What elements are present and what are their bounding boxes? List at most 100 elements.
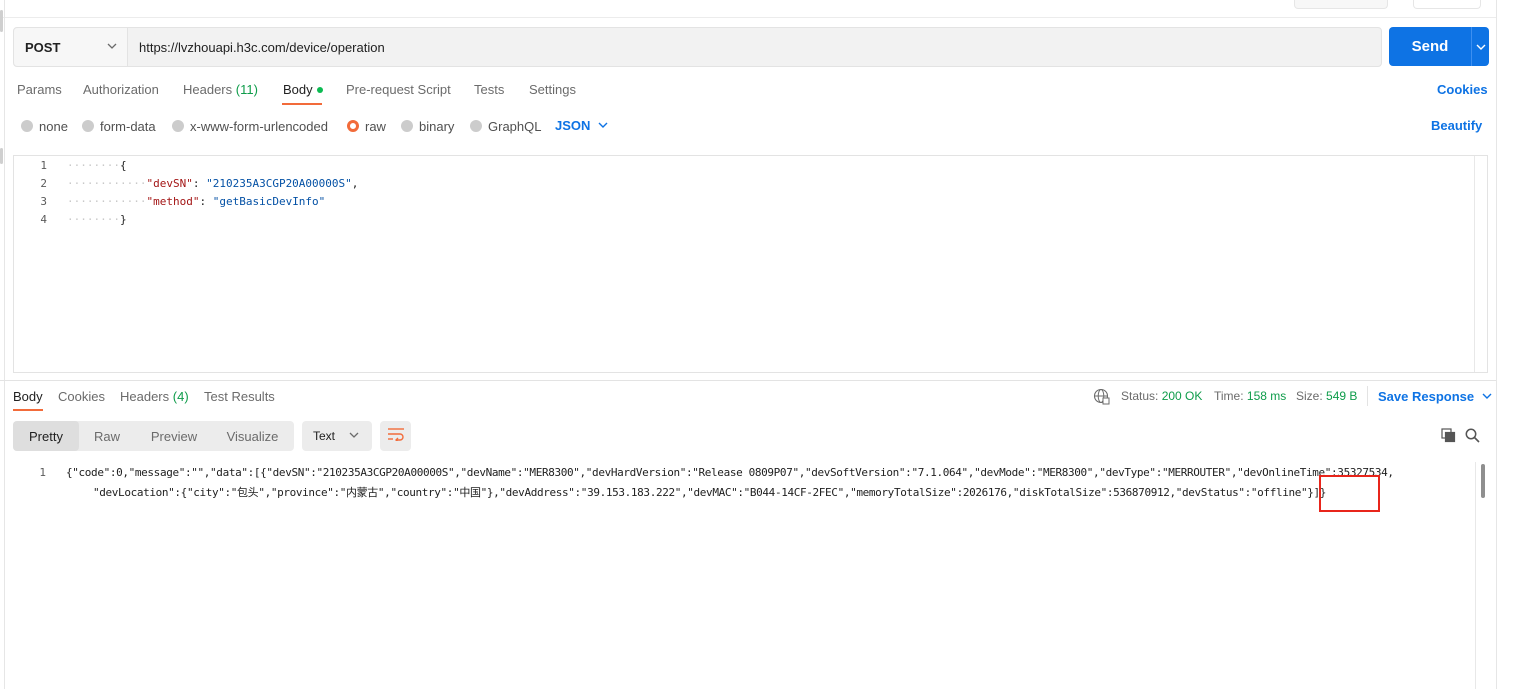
pane-divider[interactable]: [0, 380, 1496, 381]
active-tab-indicator: [13, 409, 43, 411]
code-line: ········{: [67, 159, 127, 172]
tab-settings[interactable]: Settings: [529, 82, 576, 98]
scroll-marker: [0, 148, 3, 164]
view-raw-button[interactable]: Raw: [79, 421, 135, 451]
tab-body[interactable]: Body: [283, 82, 323, 98]
response-json-line: "devLocation":{"city":"包头","province":"内…: [93, 486, 1327, 499]
json-key: "devSN": [146, 177, 193, 190]
view-pretty-button[interactable]: Pretty: [13, 421, 79, 451]
view-visualize-button[interactable]: Visualize: [213, 421, 292, 451]
top-toolbar-button[interactable]: [1294, 0, 1388, 9]
view-preview-button[interactable]: Preview: [135, 421, 213, 451]
tab-params[interactable]: Params: [17, 82, 62, 98]
line-number: 1: [40, 159, 47, 172]
globe-icon[interactable]: [1093, 388, 1110, 410]
radio-selected-icon: [347, 120, 359, 132]
response-tab-test-results[interactable]: Test Results: [204, 389, 275, 404]
chevron-down-icon: [598, 118, 608, 133]
method-label: POST: [25, 39, 61, 55]
radio-binary-label: binary: [419, 118, 455, 134]
response-tab-headers[interactable]: Headers (4): [120, 389, 189, 404]
active-tab-indicator: [282, 103, 322, 105]
time-value: 158 ms: [1246, 389, 1287, 403]
divider: [1367, 386, 1368, 406]
send-options-chevron-icon[interactable]: [1472, 27, 1489, 66]
cookies-link[interactable]: Cookies: [1437, 82, 1488, 97]
tab-headers[interactable]: Headers (11): [183, 82, 258, 98]
wrap-lines-button[interactable]: [380, 421, 411, 451]
scroll-marker: [0, 10, 3, 32]
radio-urlencoded[interactable]: x-www-form-urlencoded: [172, 118, 328, 134]
response-tab-cookies[interactable]: Cookies: [58, 389, 105, 404]
url-input[interactable]: [128, 28, 1381, 66]
radio-icon: [82, 120, 94, 132]
search-icon[interactable]: [1465, 428, 1480, 448]
radio-form-data[interactable]: form-data: [82, 118, 156, 134]
body-format-select[interactable]: JSON: [555, 118, 608, 133]
wrap-lines-icon: [387, 427, 405, 446]
chevron-down-icon: [349, 429, 359, 443]
send-button[interactable]: Send: [1389, 27, 1489, 66]
indent-guide: ············: [67, 177, 147, 190]
beautify-button[interactable]: Beautify: [1431, 118, 1482, 133]
response-view-switcher: Pretty Raw Preview Visualize: [13, 421, 294, 451]
radio-icon: [401, 120, 413, 132]
tab-authorization[interactable]: Authorization: [83, 82, 159, 98]
top-toolbar-button-2[interactable]: [1413, 0, 1481, 9]
response-scrollbar-thumb[interactable]: [1481, 464, 1485, 498]
line-number: 2: [40, 177, 47, 190]
response-json-line: {"code":0,"message":"","data":[{"devSN":…: [66, 466, 1394, 479]
response-scrollbar[interactable]: [1475, 462, 1476, 689]
indent-guide: ········: [67, 213, 120, 226]
divider: [4, 0, 5, 689]
response-size: Size: 549 B: [1296, 389, 1357, 403]
radio-icon: [172, 120, 184, 132]
copy-icon[interactable]: [1441, 428, 1456, 448]
body-modified-indicator: [316, 86, 323, 93]
tab-headers-count: (11): [235, 82, 258, 97]
save-response-label: Save Response: [1378, 389, 1475, 404]
save-response-button[interactable]: Save Response: [1378, 389, 1492, 404]
method-select[interactable]: POST: [14, 28, 128, 66]
time-label: Time:: [1214, 389, 1244, 403]
response-format-select[interactable]: Text: [302, 421, 372, 451]
send-label: Send: [1389, 27, 1472, 66]
chevron-down-icon: [1482, 389, 1492, 404]
line-number: 1: [39, 466, 46, 479]
response-status: Status: 200 OK: [1121, 389, 1202, 403]
line-number: 3: [40, 195, 47, 208]
tab-pre-request-script[interactable]: Pre-request Script: [346, 82, 451, 98]
json-value: "getBasicDevInfo": [212, 195, 326, 208]
open-brace: {: [119, 159, 127, 172]
radio-none-label: none: [39, 118, 68, 134]
close-brace: }: [119, 213, 127, 226]
response-tab-headers-label: Headers: [120, 389, 170, 404]
annotation-highlight-box: [1319, 475, 1380, 512]
radio-urlencoded-label: x-www-form-urlencoded: [190, 118, 328, 134]
radio-form-data-label: form-data: [100, 118, 156, 134]
radio-none[interactable]: none: [21, 118, 68, 134]
radio-icon: [21, 120, 33, 132]
code-line: ············"method": "getBasicDevInfo": [67, 195, 326, 208]
response-tab-body[interactable]: Body: [13, 389, 43, 404]
radio-raw[interactable]: raw: [347, 118, 386, 134]
divider: [0, 17, 1496, 18]
status-value: 200 OK: [1161, 389, 1203, 403]
chevron-down-icon: [107, 39, 117, 54]
editor-scrollbar[interactable]: [1474, 156, 1475, 372]
radio-icon: [470, 120, 482, 132]
radio-graphql-label: GraphQL: [488, 118, 542, 134]
size-value: 549 B: [1326, 389, 1358, 403]
indent-guide: ········: [67, 159, 120, 172]
json-key: "method": [146, 195, 200, 208]
divider: [1496, 0, 1497, 689]
tab-tests[interactable]: Tests: [474, 82, 504, 98]
response-time: Time: 158 ms: [1214, 389, 1286, 403]
radio-graphql[interactable]: GraphQL: [470, 118, 541, 134]
line-number: 4: [40, 213, 47, 226]
code-line: ········}: [67, 213, 127, 226]
tab-headers-label: Headers: [183, 82, 233, 97]
status-label: Status:: [1121, 389, 1159, 403]
radio-binary[interactable]: binary: [401, 118, 454, 134]
json-value: "210235A3CGP20A00000S": [206, 177, 352, 190]
